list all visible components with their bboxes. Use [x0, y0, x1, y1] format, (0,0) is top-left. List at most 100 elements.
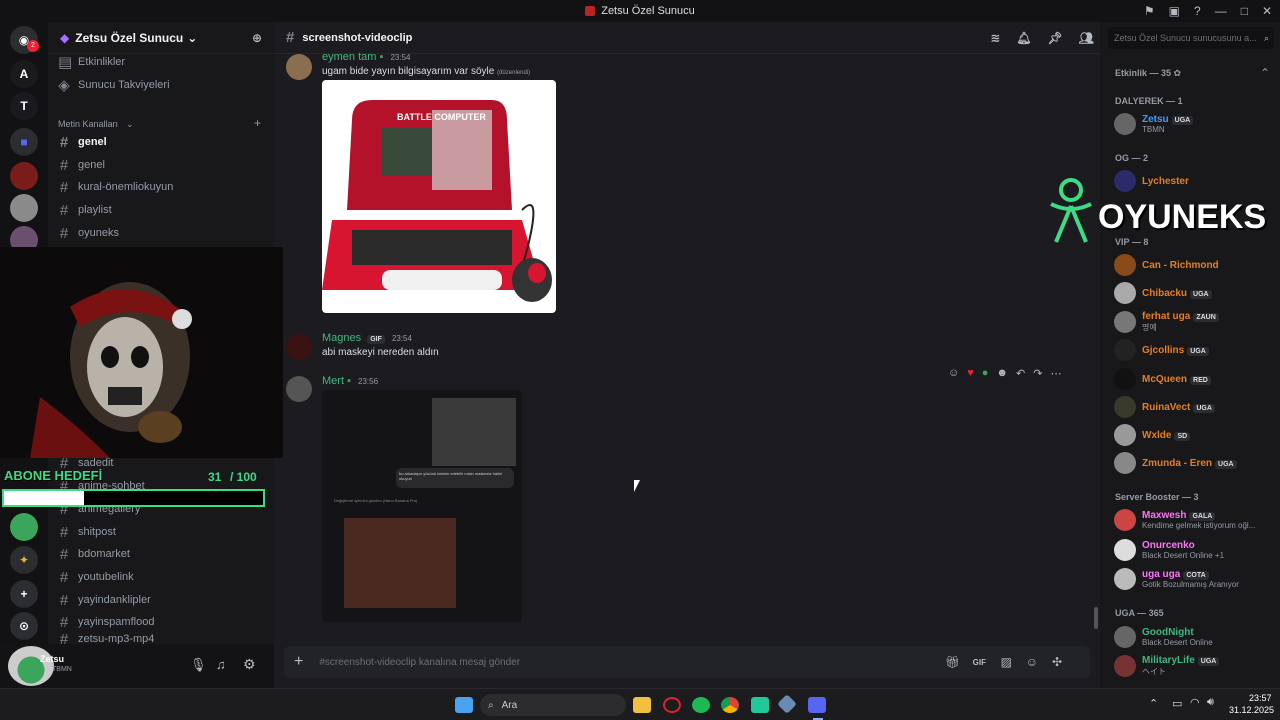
- headphones-icon[interactable]: ♫: [216, 657, 226, 672]
- sticker-icon[interactable]: ▨: [1001, 655, 1012, 669]
- minimize-button[interactable]: —: [1215, 4, 1227, 18]
- channel-playlist[interactable]: # playlist: [58, 200, 112, 220]
- gif-icon[interactable]: GIF: [973, 658, 986, 667]
- spotify-icon[interactable]: [692, 697, 710, 713]
- pin-icon[interactable]: 📌︎: [1048, 31, 1063, 45]
- member-ferhat[interactable]: ferhat uga ZAUN 명예: [1114, 310, 1274, 334]
- clock-time[interactable]: 23:57: [1249, 693, 1272, 703]
- avatar-eymen[interactable]: [286, 54, 312, 80]
- emoji-reaction-icon[interactable]: ☺: [948, 367, 959, 379]
- wifi-icon[interactable]: ◠: [1190, 696, 1200, 709]
- server-yellow[interactable]: ✦: [10, 546, 38, 574]
- attachment-image[interactable]: BATTLE COMPUTER: [322, 80, 556, 313]
- bell-icon[interactable]: 🔔︎: [1016, 31, 1031, 45]
- member-ugauga[interactable]: uga uga COTA Gotik Bozulmamış Aranıyor: [1114, 567, 1274, 591]
- server-search-input[interactable]: Zetsu Özel Sunucu sunucusunu a... ⌕: [1108, 27, 1274, 49]
- taskbar-search[interactable]: ⌕ Ara: [480, 694, 626, 716]
- channel-yayindanklipler[interactable]: # yayindanklipler: [58, 590, 151, 610]
- channel-bdomarket[interactable]: # bdomarket: [58, 544, 130, 564]
- member-wxlde[interactable]: Wxlde SD: [1114, 423, 1274, 447]
- inbox-icon[interactable]: ⚑: [1144, 4, 1155, 18]
- add-server-icon[interactable]: +: [10, 580, 38, 608]
- heart-reaction-icon[interactable]: ♥: [967, 367, 974, 379]
- channel-oyuneks[interactable]: # oyuneks: [58, 223, 119, 243]
- author-name[interactable]: Mert: [322, 375, 344, 387]
- member-zetsu[interactable]: Zetsu UGA TBMN: [1114, 112, 1274, 136]
- boosts-item[interactable]: ◈ Sunucu Takviyeleri: [58, 75, 169, 95]
- message-input[interactable]: #screenshot-videoclip kanalına mesaj gön…: [319, 657, 520, 668]
- help-icon[interactable]: ?: [1194, 4, 1201, 18]
- apps-icon[interactable]: ✣: [1052, 655, 1062, 669]
- microphone-icon[interactable]: 🎙︎: [190, 657, 207, 673]
- app-diamond-icon[interactable]: [777, 694, 797, 714]
- add-channel-icon[interactable]: +: [254, 116, 261, 130]
- webcam-feed: [0, 247, 283, 458]
- server-green[interactable]: [10, 513, 38, 541]
- more-options-icon[interactable]: ⋯: [1050, 367, 1061, 380]
- server-header[interactable]: ◆ Zetsu Özel Sunucu ⌄ ⊕: [48, 22, 274, 54]
- file-explorer-icon[interactable]: [633, 697, 651, 713]
- channel-kural[interactable]: # kural-önemliokuyun: [58, 177, 174, 197]
- close-button[interactable]: ✕: [1262, 4, 1272, 18]
- channel-zetsu-mp3[interactable]: # zetsu-mp3-mp4: [58, 634, 155, 644]
- avatar-magnes[interactable]: [286, 334, 312, 360]
- member-maxwesh[interactable]: Maxwesh GALA Kendime gelmek istiyorum oğl.…: [1114, 508, 1274, 532]
- member-ruinavect[interactable]: RuinaVect UGA: [1114, 395, 1274, 419]
- threads-icon[interactable]: ≋: [990, 31, 1000, 45]
- member-chibacku[interactable]: Chibacku UGA: [1114, 281, 1274, 305]
- invite-icon[interactable]: ⊕: [252, 31, 262, 45]
- author-name[interactable]: Magnes: [322, 332, 361, 344]
- channel-genel-active[interactable]: # genel: [58, 132, 107, 152]
- windows-start-icon[interactable]: [455, 697, 473, 713]
- avatar-mert[interactable]: [286, 376, 312, 402]
- chrome-icon[interactable]: [721, 697, 739, 713]
- member-militarylife[interactable]: MilitaryLife UGA ヘイト: [1114, 654, 1274, 678]
- members-icon[interactable]: 👥︎: [1079, 31, 1094, 45]
- chevron-up-icon[interactable]: ⌃: [1260, 66, 1270, 80]
- explore-icon[interactable]: ⊙: [10, 612, 38, 640]
- category-text-channels[interactable]: Metin Kanalları ⌄: [58, 114, 134, 134]
- server-a[interactable]: A: [10, 60, 38, 88]
- member-gjcollins[interactable]: Gjcollins UGA: [1114, 338, 1274, 362]
- network-icon[interactable]: ▭: [1172, 697, 1182, 710]
- app-green-icon[interactable]: [751, 697, 769, 713]
- user-status: TBMN: [52, 666, 72, 673]
- scrollbar[interactable]: [1094, 607, 1098, 629]
- member-zmunda[interactable]: Zmunda - Eren UGA: [1114, 451, 1274, 475]
- channel-youtubelink[interactable]: # youtubelink: [58, 567, 134, 587]
- discord-taskbar-icon[interactable]: [808, 697, 826, 713]
- server-dog[interactable]: [10, 194, 38, 222]
- events-item[interactable]: ▤ Etkinlikler: [58, 52, 125, 72]
- attachment-screenshot[interactable]: bu arkadaşın yüzünü tahmin edebilir misi…: [322, 390, 522, 622]
- clock-date[interactable]: 31.12.2025: [1229, 705, 1274, 715]
- member-can[interactable]: Can - Richmond: [1114, 253, 1274, 277]
- server-t[interactable]: T: [10, 92, 38, 120]
- channel-genel[interactable]: # genel: [58, 155, 105, 175]
- member-goodnight[interactable]: GoodNight Black Desert Online: [1114, 625, 1274, 649]
- settings-gear-icon[interactable]: ⚙: [243, 656, 256, 673]
- opera-icon[interactable]: [663, 697, 681, 713]
- channel-yayinspamflood[interactable]: # yayinspamflood: [58, 612, 155, 632]
- maximize-button[interactable]: □: [1241, 4, 1248, 18]
- user-avatar[interactable]: [8, 646, 54, 686]
- member-tag: UGA: [1171, 116, 1194, 125]
- add-reaction-icon[interactable]: ☻: [996, 367, 1008, 379]
- attach-plus-icon[interactable]: +: [294, 653, 303, 671]
- avatar: [1114, 626, 1136, 648]
- tray-chevron-icon[interactable]: ⌃: [1149, 697, 1158, 710]
- forward-icon[interactable]: ↷: [1033, 367, 1042, 380]
- screen-share-icon[interactable]: ▣: [1169, 4, 1180, 18]
- emoji-icon[interactable]: ☺: [1026, 655, 1038, 669]
- channel-label: yayindanklipler: [78, 594, 151, 606]
- reply-icon[interactable]: ↶: [1016, 367, 1025, 380]
- channel-shitpost[interactable]: # shitpost: [58, 522, 116, 542]
- volume-icon[interactable]: 🔊︎: [1207, 696, 1214, 709]
- server-zetsu[interactable]: [10, 162, 38, 190]
- frog-reaction-icon[interactable]: ●: [982, 367, 989, 379]
- window-title: Zetsu Özel Sunucu: [601, 5, 695, 17]
- member-onurcenko[interactable]: Onurcenko Black Desert Online +1: [1114, 538, 1274, 562]
- folder-icon[interactable]: ■: [10, 128, 38, 156]
- author-name[interactable]: eymen tam: [322, 51, 376, 63]
- member-mcqueen[interactable]: McQueen RED: [1114, 367, 1274, 391]
- gift-icon[interactable]: 🎁︎: [945, 655, 960, 669]
